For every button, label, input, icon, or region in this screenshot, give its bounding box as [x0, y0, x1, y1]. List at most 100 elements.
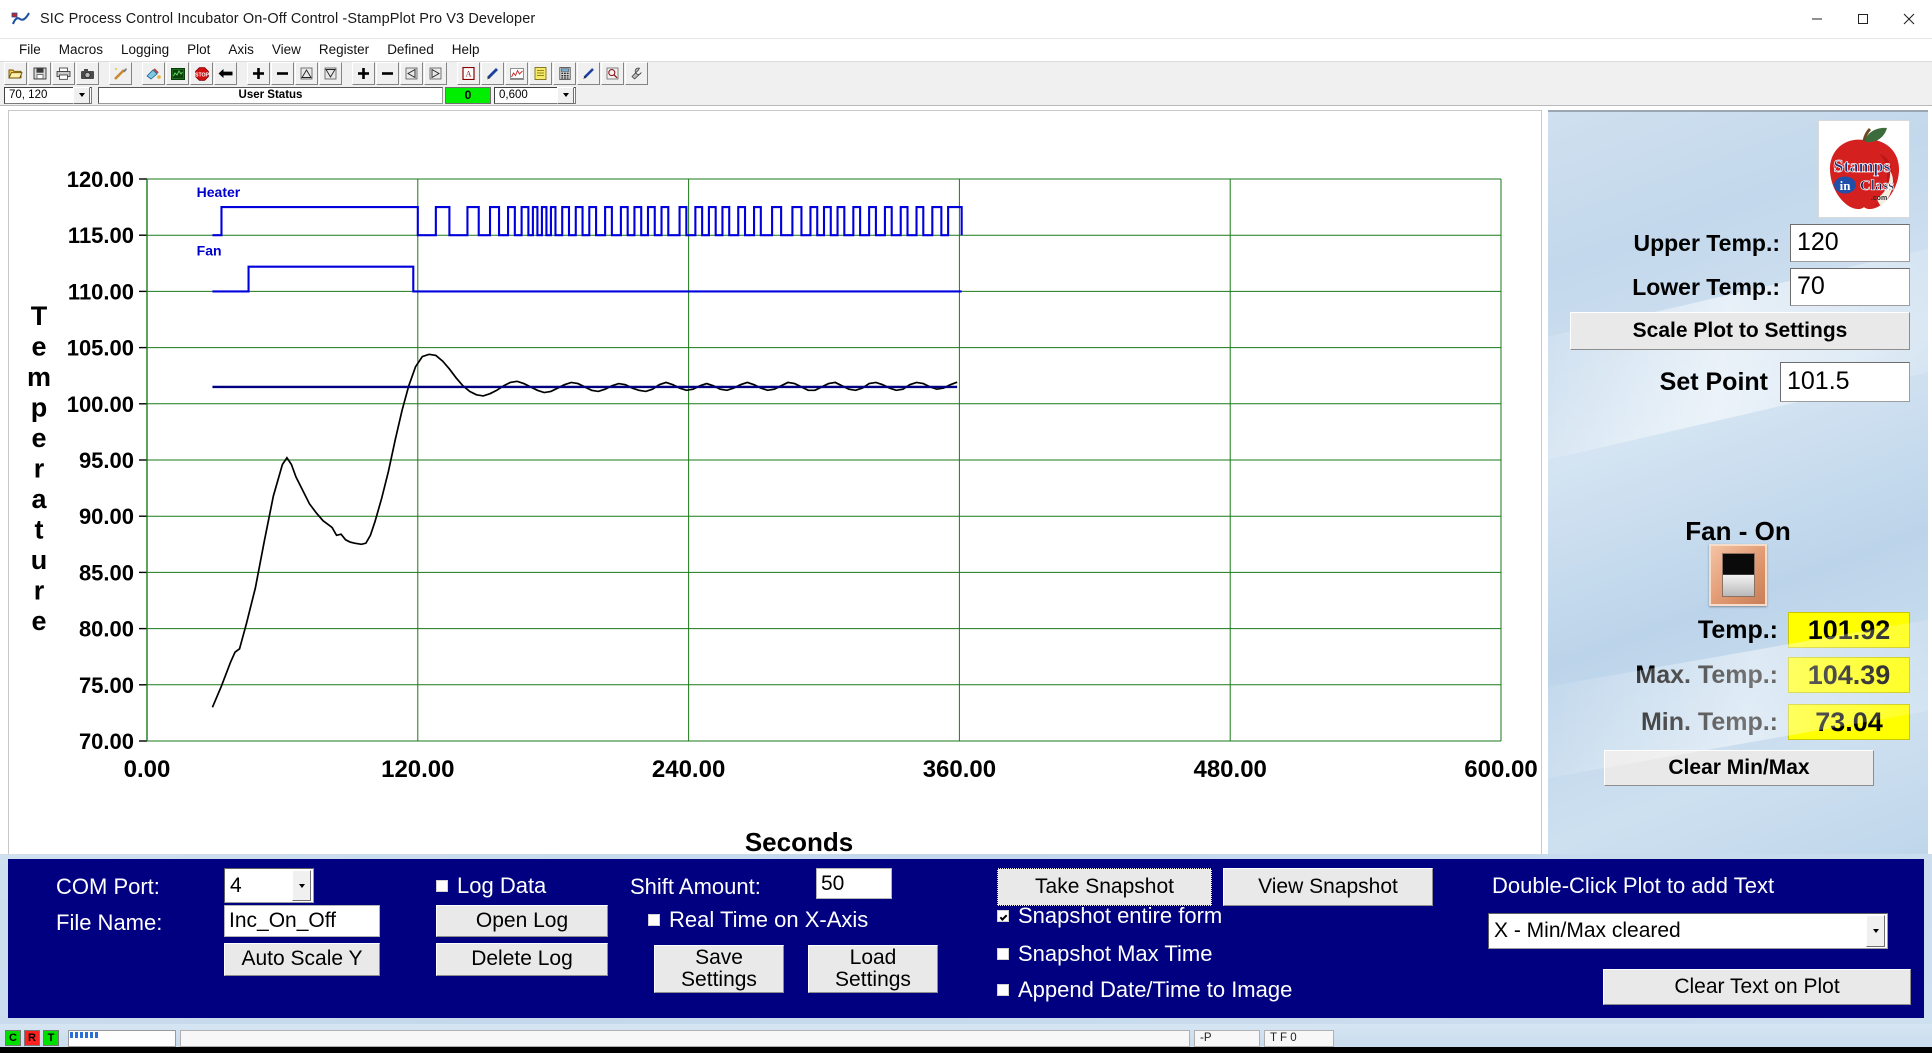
menu-logging[interactable]: Logging [112, 39, 178, 61]
menu-defined[interactable]: Defined [378, 39, 443, 61]
double-click-hint: Double-Click Plot to add Text [1492, 873, 1775, 898]
real-time-x-axis-checkbox[interactable]: Real Time on X-Axis [648, 907, 868, 933]
min-temp-value: 73.04 [1788, 704, 1910, 740]
y-tick-label: 100.00 [67, 392, 134, 417]
camera-icon[interactable] [76, 62, 99, 85]
print-icon[interactable] [52, 62, 75, 85]
append-datetime-checkbox[interactable]: Append Date/Time to Image [997, 977, 1292, 1003]
load-settings-line2: Settings [835, 968, 911, 991]
file-name-input[interactable]: Inc_On_Off [224, 905, 380, 937]
open-folder-icon[interactable] [4, 62, 27, 85]
rocker-switch-icon[interactable] [1709, 544, 1767, 606]
maximize-button[interactable] [1840, 0, 1886, 38]
chart-icon[interactable] [505, 62, 528, 85]
checkbox-mark-log-data[interactable] [436, 880, 448, 892]
menu-bar: File Macros Logging Plot Axis View Regis… [0, 39, 1932, 61]
user-status-text: User Status [238, 89, 303, 101]
open-log-button[interactable]: Open Log [436, 905, 608, 937]
checkbox-mark-real-time[interactable] [648, 914, 660, 926]
scale-up-icon[interactable] [295, 62, 318, 85]
minimize-button[interactable] [1794, 0, 1840, 38]
wrench-icon[interactable] [625, 62, 648, 85]
plot-panel[interactable]: 70.00 75.00 80.00 85.00 90.00 95.00 100.00 105.… [8, 110, 1542, 868]
real-time-label: Real Time on X-Axis [669, 907, 869, 932]
counter-indicator: 0 [445, 86, 491, 104]
menu-macros[interactable]: Macros [50, 39, 112, 61]
x-tick-label: 600.00 [1464, 756, 1537, 783]
time-range-combo[interactable]: 0,600 [494, 86, 576, 104]
stop-icon[interactable]: STOP [190, 62, 213, 85]
title-bar: SIC Process Control Incubator On-Off Con… [0, 0, 1932, 39]
temperature-chart[interactable]: 70.00 75.00 80.00 85.00 90.00 95.00 100.00 105.… [9, 111, 1541, 867]
menu-plot[interactable]: Plot [178, 39, 219, 61]
view-snapshot-button[interactable]: View Snapshot [1223, 868, 1433, 906]
pen-icon[interactable] [481, 62, 504, 85]
menu-help[interactable]: Help [443, 39, 489, 61]
notes-icon[interactable] [529, 62, 552, 85]
checkbox-mark-append-datetime[interactable] [997, 984, 1009, 996]
log-data-checkbox[interactable]: Log Data [436, 873, 546, 899]
chevron-down-icon[interactable] [73, 86, 90, 104]
lower-temp-input[interactable]: 70 [1790, 268, 1910, 306]
snapshot-entire-form-checkbox[interactable]: Snapshot entire form [997, 903, 1222, 929]
scale-down-icon[interactable] [319, 62, 342, 85]
pan-right-icon[interactable] [424, 62, 447, 85]
settings-row: 70, 120 User Status 0 0,600 [0, 85, 1932, 106]
magnify-icon[interactable] [601, 62, 624, 85]
chevron-down-icon-com[interactable] [292, 870, 311, 901]
auto-scale-y-button[interactable]: Auto Scale Y [224, 943, 380, 976]
menu-file[interactable]: File [10, 39, 50, 61]
calculator-icon[interactable] [553, 62, 576, 85]
clear-text-on-plot-button[interactable]: Clear Text on Plot [1603, 969, 1911, 1005]
snapshot-max-time-checkbox[interactable]: Snapshot Max Time [997, 941, 1212, 967]
clear-minmax-button[interactable]: Clear Min/Max [1604, 750, 1874, 786]
minus-icon[interactable] [271, 62, 294, 85]
set-point-input[interactable]: 101.5 [1780, 362, 1910, 402]
y-tick-label: 80.00 [79, 617, 134, 642]
control-panel: www. Stamps in Class .com Upper Temp.: 1… [1548, 110, 1928, 870]
save-disk-icon[interactable] [28, 62, 51, 85]
status-message-field [180, 1029, 1190, 1047]
snapshot-entire-form-label: Snapshot entire form [1018, 903, 1223, 928]
delete-log-button[interactable]: Delete Log [436, 943, 608, 976]
log-data-label: Log Data [457, 873, 547, 898]
plot-text-combo[interactable]: X - Min/Max cleared [1488, 913, 1888, 949]
pdf-icon[interactable]: A [457, 62, 480, 85]
scale-plot-to-settings-button[interactable]: Scale Plot to Settings [1570, 312, 1910, 350]
chevron-down-icon-text[interactable] [1866, 915, 1885, 947]
minus2-icon[interactable] [376, 62, 399, 85]
pan-left-icon[interactable] [400, 62, 423, 85]
axis-range-combo[interactable]: 70, 120 [4, 86, 92, 104]
close-button[interactable] [1886, 0, 1932, 38]
upper-temp-input[interactable]: 120 [1790, 224, 1910, 262]
save-settings-button[interactable]: Save Settings [654, 945, 784, 993]
progress-bar [68, 1029, 176, 1047]
chart-axis-labels: 70.00 75.00 80.00 85.00 90.00 95.00 100.00 105.… [67, 167, 1538, 783]
arrow-left-icon[interactable] [214, 62, 237, 85]
checkbox-mark-max-time[interactable] [997, 948, 1009, 960]
com-port-combo[interactable]: 4 [224, 868, 314, 903]
x-tick-label: 120.00 [381, 756, 454, 783]
y-axis-label-char: r [34, 576, 45, 606]
chevron-down-icon-2[interactable] [557, 86, 574, 104]
y-tick-label: 90.00 [79, 504, 134, 529]
plus-icon[interactable] [247, 62, 270, 85]
take-snapshot-button[interactable]: Take Snapshot [997, 868, 1212, 906]
file-name-label: File Name: [56, 910, 163, 935]
y-tick-label: 105.00 [67, 336, 134, 361]
app-icon [11, 10, 31, 28]
pointer-icon[interactable] [577, 62, 600, 85]
menu-view[interactable]: View [263, 39, 310, 61]
plus2-icon[interactable] [352, 62, 375, 85]
menu-axis[interactable]: Axis [219, 39, 263, 61]
checkbox-mark-entire-form[interactable] [997, 910, 1009, 922]
wand-icon[interactable] [109, 62, 132, 85]
y-tick-label: 70.00 [79, 729, 134, 754]
user-status-field[interactable]: User Status [98, 86, 443, 104]
paint-icon[interactable] [142, 62, 165, 85]
shift-amount-input[interactable]: 50 [816, 868, 892, 899]
load-settings-button[interactable]: Load Settings [808, 945, 938, 993]
monitor-icon[interactable] [166, 62, 189, 85]
svg-text:STOP: STOP [195, 72, 209, 78]
menu-register[interactable]: Register [310, 39, 378, 61]
